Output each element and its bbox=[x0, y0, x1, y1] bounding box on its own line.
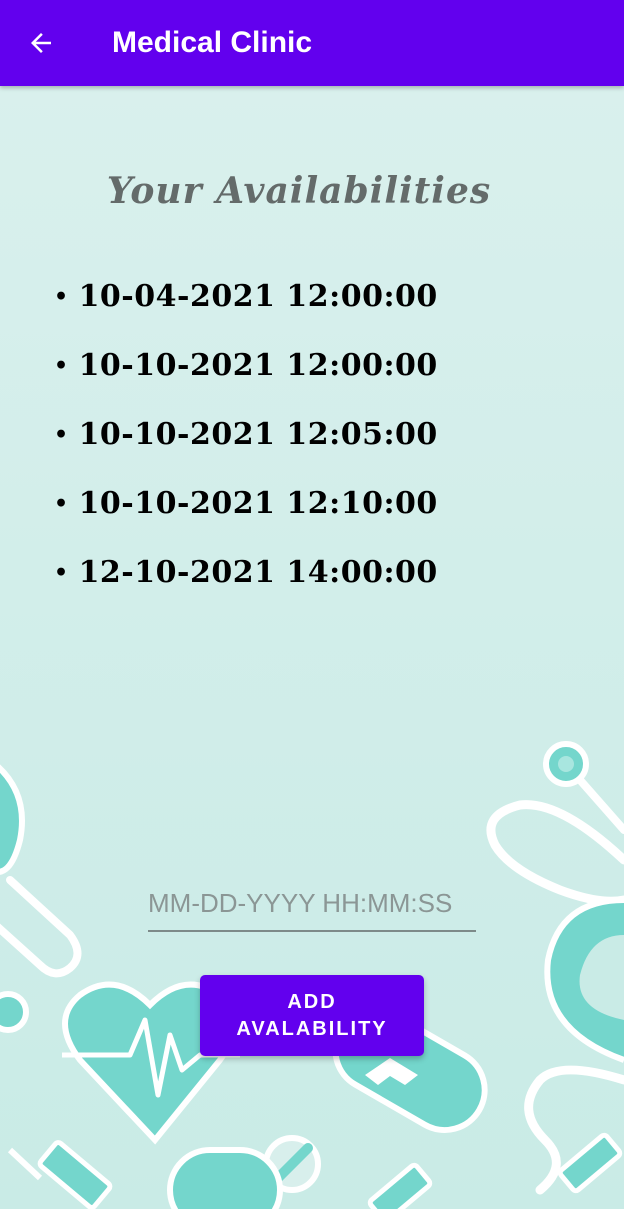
bullet-icon: • bbox=[54, 283, 69, 310]
availability-item: • 10-10-2021 12:05:00 bbox=[54, 400, 438, 469]
datetime-input[interactable] bbox=[148, 876, 476, 930]
availability-datetime: 10-10-2021 12:00:00 bbox=[78, 348, 438, 383]
bullet-icon: • bbox=[54, 559, 69, 586]
availability-item: • 10-10-2021 12:00:00 bbox=[54, 331, 438, 400]
add-availability-button[interactable]: ADD AVALABILITY bbox=[200, 975, 424, 1056]
capsule-bottom-icon bbox=[167, 1147, 283, 1209]
availability-item: • 12-10-2021 14:00:00 bbox=[54, 538, 438, 607]
app-title: Medical Clinic bbox=[112, 26, 313, 59]
availability-datetime: 10-10-2021 12:10:00 bbox=[78, 486, 438, 521]
availability-list: • 10-04-2021 12:00:00 • 10-10-2021 12:00… bbox=[54, 262, 438, 607]
back-button[interactable] bbox=[20, 22, 62, 64]
arrow-left-icon bbox=[31, 33, 51, 53]
availability-item: • 10-04-2021 12:00:00 bbox=[54, 262, 438, 331]
bullet-icon: • bbox=[54, 421, 69, 448]
page-title: Your Availabilities bbox=[106, 170, 492, 213]
availability-datetime: 12-10-2021 14:00:00 bbox=[78, 555, 438, 590]
bullet-icon: • bbox=[54, 490, 69, 517]
availability-item: • 10-10-2021 12:10:00 bbox=[54, 469, 438, 538]
datetime-field bbox=[148, 876, 476, 932]
availability-datetime: 10-04-2021 12:00:00 bbox=[78, 279, 438, 314]
bullet-icon: • bbox=[54, 352, 69, 379]
availability-datetime: 10-10-2021 12:05:00 bbox=[78, 417, 438, 452]
app-bar: Medical Clinic bbox=[0, 0, 624, 86]
